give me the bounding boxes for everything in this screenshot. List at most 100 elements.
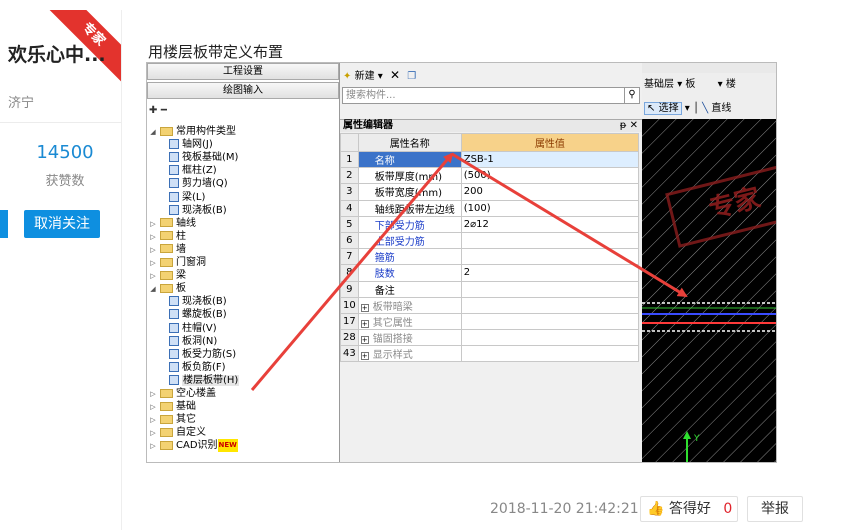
tree-item[interactable]: 轴网(J): [169, 138, 213, 151]
tree-label: 轴网(J): [182, 139, 213, 151]
row-number: 3: [340, 183, 359, 201]
tree-folder[interactable]: ▷ 其它: [149, 413, 196, 426]
line-tool-button[interactable]: ╲ 直线: [702, 103, 731, 114]
property-value-cell[interactable]: (100): [460, 199, 640, 217]
drawing-input-button[interactable]: 绘图输入: [147, 82, 339, 99]
tree-item[interactable]: 现浇板(B): [169, 295, 227, 308]
delete-icon[interactable]: ✕: [390, 68, 400, 82]
property-name: 肢数: [374, 269, 395, 281]
tree-folder[interactable]: ▷ 空心楼盖: [149, 387, 216, 400]
tree-item[interactable]: 剪力墙(Q): [169, 177, 228, 190]
tree-item[interactable]: 板洞(N): [169, 335, 217, 348]
component-search-input[interactable]: 搜索构件...: [342, 87, 625, 104]
property-row[interactable]: 5 下部受力筋 2⌀12: [340, 215, 640, 233]
tree-folder[interactable]: ◢ 常用构件类型: [149, 125, 236, 138]
expand-icon[interactable]: ▷: [149, 401, 157, 414]
expand-icon[interactable]: ▷: [149, 270, 157, 283]
type-select[interactable]: 板: [685, 79, 695, 90]
collapse-icon[interactable]: ◢: [149, 283, 157, 296]
tree-folder[interactable]: ▷ 门窗洞: [149, 256, 206, 269]
tree-item[interactable]: 板受力筋(S): [169, 348, 236, 361]
tree-item[interactable]: 柱帽(V): [169, 322, 217, 335]
select-tool-button[interactable]: ↖ 选择: [644, 102, 682, 115]
expand-icon[interactable]: ▷: [149, 244, 157, 257]
tree-folder[interactable]: ▷ CAD识别NEW: [149, 439, 238, 453]
property-row[interactable]: 10 + 板带暗梁: [340, 296, 640, 314]
tree-item[interactable]: 筏板基础(M): [169, 151, 238, 164]
property-value-cell[interactable]: [460, 345, 640, 363]
property-value-cell[interactable]: 2⌀12: [460, 215, 640, 233]
property-value-cell[interactable]: [460, 329, 640, 347]
expand-plus-icon[interactable]: +: [360, 352, 369, 361]
property-value-cell[interactable]: [460, 248, 640, 266]
tree-item[interactable]: 梁(L): [169, 191, 205, 204]
property-row[interactable]: 6 上部受力筋: [340, 231, 640, 250]
good-answer-button[interactable]: 👍 答得好 0: [640, 496, 738, 522]
folder-icon: [160, 231, 173, 241]
property-row[interactable]: 43 + 显示样式: [340, 345, 640, 363]
tree-label: 门窗洞: [176, 257, 206, 268]
tree-expand-collapse-icon[interactable]: ✚ ━: [149, 105, 167, 116]
layer-select[interactable]: 基础层: [644, 79, 674, 90]
tree-item[interactable]: 板负筋(F): [169, 361, 226, 374]
expand-icon[interactable]: ▷: [149, 427, 157, 440]
expand-icon[interactable]: ▷: [149, 218, 157, 231]
property-value-cell[interactable]: [460, 280, 640, 298]
property-row[interactable]: 8 肢数 2: [340, 264, 640, 282]
expand-icon[interactable]: ▷: [149, 414, 157, 427]
property-row[interactable]: 2 板带厚度(mm) (500): [340, 167, 640, 185]
type2-select[interactable]: 楼: [726, 79, 736, 90]
tree-folder[interactable]: ▷ 自定义: [149, 426, 206, 439]
cad-canvas[interactable]: Y 专家: [642, 119, 776, 462]
property-row[interactable]: 28 + 锚固搭接: [340, 329, 640, 347]
expand-icon[interactable]: ▷: [149, 388, 157, 401]
message-button[interactable]: [0, 210, 8, 238]
new-button[interactable]: 新建: [355, 71, 375, 82]
collapse-icon[interactable]: ◢: [149, 126, 157, 139]
property-value-cell[interactable]: 2: [460, 264, 640, 282]
tree-folder[interactable]: ▷ 柱: [149, 230, 186, 243]
tree-item[interactable]: 螺旋板(B): [169, 308, 227, 321]
pin-close-icon[interactable]: ᵽ ✕: [620, 120, 638, 132]
property-row[interactable]: 3 板带宽度(mm) 200: [340, 183, 640, 201]
tree-folder[interactable]: ◢ 板: [149, 282, 186, 295]
expand-plus-icon[interactable]: +: [360, 319, 369, 328]
tree-item[interactable]: 现浇板(B): [169, 204, 227, 217]
expand-icon[interactable]: ▷: [149, 231, 157, 244]
property-row[interactable]: 4 轴线距板带左边线 (100): [340, 199, 640, 217]
property-value-cell[interactable]: [460, 296, 640, 314]
tree-item[interactable]: 楼层板带(H): [169, 374, 240, 387]
property-row[interactable]: 17 + 其它属性: [340, 312, 640, 331]
property-name-cell: + 板带暗梁: [357, 296, 462, 314]
expand-icon[interactable]: ▷: [149, 257, 157, 270]
property-value-cell[interactable]: [460, 312, 640, 331]
tree-folder[interactable]: ▷ 基础: [149, 400, 196, 413]
tree-folder[interactable]: ▷ 轴线: [149, 217, 196, 230]
expand-plus-icon[interactable]: +: [360, 303, 369, 312]
expand-plus-icon[interactable]: +: [360, 336, 369, 345]
property-value-cell[interactable]: (500): [460, 167, 640, 185]
tree-folder[interactable]: ▷ 梁: [149, 269, 186, 282]
component-icon: [169, 204, 179, 215]
post-date: 2018-11-20 21:42:21: [490, 501, 639, 517]
expand-icon[interactable]: ▷: [149, 440, 157, 453]
search-icon[interactable]: ⚲: [624, 87, 640, 104]
property-value-cell[interactable]: 200: [460, 183, 640, 201]
tree-folder[interactable]: ▷ 墙: [149, 243, 186, 256]
tree-label: 其它: [176, 414, 196, 426]
copy-icon[interactable]: ❐: [407, 71, 416, 82]
property-value-cell[interactable]: ZSB-1: [460, 150, 640, 169]
property-value-cell[interactable]: [460, 231, 640, 250]
property-row[interactable]: 7 箍筋: [340, 248, 640, 266]
project-settings-button[interactable]: 工程设置: [147, 63, 339, 80]
property-row[interactable]: 9 备注: [340, 280, 640, 298]
folder-icon: [160, 427, 173, 437]
property-name-header: 属性名称: [357, 133, 462, 152]
report-button[interactable]: 举报: [747, 496, 803, 522]
username[interactable]: 欢乐心中...: [8, 40, 106, 67]
property-name-cell: 肢数: [357, 264, 462, 282]
dropdown-caret-icon[interactable]: ▾: [378, 71, 383, 82]
property-row[interactable]: 1 名称 ZSB-1: [340, 150, 640, 169]
unfollow-button[interactable]: 取消关注: [24, 210, 100, 238]
tree-item[interactable]: 框柱(Z): [169, 164, 217, 177]
